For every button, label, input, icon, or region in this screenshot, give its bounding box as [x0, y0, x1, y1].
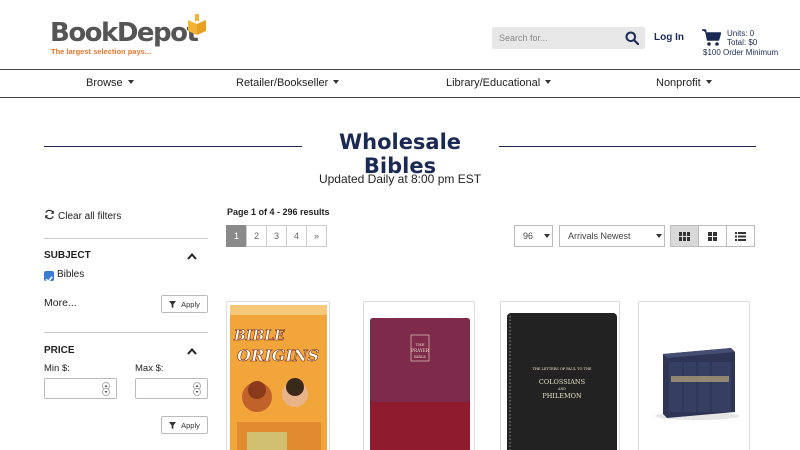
nav-retailer-bookseller[interactable]: Retailer/Bookseller [236, 77, 340, 89]
chevron-up-icon[interactable] [187, 252, 197, 260]
max-price-input[interactable] [135, 378, 208, 399]
max-price-label: Max $: [135, 363, 164, 374]
view-mode-toggle [670, 225, 755, 247]
sort-value: Arrivals Newest [568, 231, 631, 241]
svg-text:THE: THE [415, 342, 424, 347]
cart-icon[interactable] [702, 29, 722, 47]
page-4-button[interactable]: 4 [286, 225, 307, 247]
chevron-up-icon[interactable] [187, 347, 197, 355]
nav-browse[interactable]: Browse [86, 77, 134, 89]
price-apply-button[interactable]: Apply [161, 416, 208, 434]
caret-down-icon [705, 80, 712, 84]
nav-nonprofit-label: Nonprofit [656, 77, 701, 89]
nav-library-educational[interactable]: Library/Educational [446, 77, 552, 89]
spinner-icon[interactable] [101, 382, 111, 396]
spinner-icon[interactable] [192, 382, 202, 396]
logo-wordmark: BookDepot [50, 18, 199, 48]
per-page-value: 96 [523, 231, 534, 241]
search-box [492, 27, 645, 49]
cart-minimum-note: $100 Order Minimum [703, 48, 779, 57]
main-nav: Browse Retailer/Bookseller Library/Educa… [0, 69, 800, 98]
svg-text:THE LETTERS OF PAUL TO THE: THE LETTERS OF PAUL TO THE [533, 367, 592, 371]
product-card[interactable] [638, 301, 750, 450]
search-input[interactable] [492, 27, 617, 49]
product-card[interactable]: THE LETTERS OF PAUL TO THE COLOSSIANS AN… [500, 301, 620, 450]
svg-text:PRAYER: PRAYER [411, 348, 430, 353]
svg-text:BIBLE: BIBLE [233, 328, 285, 344]
page-2-button[interactable]: 2 [246, 225, 267, 247]
svg-text:AND: AND [557, 387, 566, 391]
logo-tagline: The largest selection pays... [51, 47, 152, 56]
page-title: Wholesale Bibles [338, 130, 462, 178]
svg-text:BIBLE: BIBLE [414, 355, 426, 359]
dropdown-arrow-icon [544, 234, 550, 238]
page-1-button[interactable]: 1 [226, 225, 247, 247]
sidebar-divider [44, 332, 208, 333]
check-icon [45, 276, 53, 283]
filter-icon [169, 300, 177, 308]
dropdown-arrow-icon [656, 234, 662, 238]
per-page-select[interactable]: 96 [514, 225, 553, 247]
apply-label: Apply [181, 299, 200, 309]
caret-down-icon [545, 80, 552, 84]
title-rule-right [499, 146, 756, 147]
pagination: 1 2 3 4 » [226, 225, 327, 247]
grid-small-icon [708, 231, 717, 241]
price-heading: PRICE [44, 345, 75, 356]
grid-small-view-button[interactable] [698, 225, 727, 247]
svg-text:COLOSSIANS: COLOSSIANS [539, 378, 585, 386]
login-link[interactable]: Log In [654, 32, 684, 43]
svg-text:PHILEMON: PHILEMON [542, 392, 582, 400]
product-card[interactable]: BIBLE ORIGINS [226, 301, 330, 450]
apply-label: Apply [181, 420, 200, 430]
list-icon [735, 231, 746, 241]
caret-down-icon [127, 80, 134, 84]
svg-text:ORIGINS: ORIGINS [237, 346, 319, 365]
page-3-button[interactable]: 3 [266, 225, 287, 247]
bibles-checkbox[interactable] [44, 271, 54, 283]
min-price-label: Min $: [44, 363, 70, 374]
list-view-button[interactable] [726, 225, 755, 247]
next-page-button[interactable]: » [306, 225, 327, 247]
site-header: BookDepot The largest selection pays... … [0, 0, 800, 70]
caret-down-icon [333, 80, 340, 84]
nav-nonprofit[interactable]: Nonprofit [656, 77, 712, 89]
book-cover-image: THE PRAYER BIBLE [370, 318, 470, 450]
subject-heading: SUBJECT [44, 250, 91, 261]
cart-units: Units: 0 [727, 29, 755, 38]
filter-icon [169, 421, 177, 429]
more-subjects-link[interactable]: More... [44, 297, 77, 309]
book-cover-image: THE LETTERS OF PAUL TO THE COLOSSIANS AN… [507, 313, 617, 450]
update-note: Updated Daily at 8:00 pm EST [318, 172, 482, 186]
nav-browse-label: Browse [86, 77, 123, 89]
clear-all-label: Clear all filters [58, 211, 122, 222]
grid-large-icon [679, 231, 690, 241]
sidebar-divider [44, 238, 208, 239]
book-cover-image [655, 348, 739, 420]
logo-book-icon [188, 14, 206, 35]
grid-large-view-button[interactable] [670, 225, 699, 247]
bookdepot-logo[interactable]: BookDepot The largest selection pays... [50, 14, 210, 58]
product-card[interactable]: THE PRAYER BIBLE [363, 301, 475, 450]
sort-select[interactable]: Arrivals Newest [559, 225, 665, 247]
nav-library-label: Library/Educational [446, 77, 541, 89]
nav-retailer-label: Retailer/Bookseller [236, 77, 329, 89]
subject-apply-button[interactable]: Apply [161, 295, 208, 313]
book-cover-image: BIBLE ORIGINS [230, 305, 327, 450]
title-rule-left [44, 146, 302, 147]
cart-total: Total: $0 [727, 38, 758, 47]
clear-all-filters-link[interactable]: Clear all filters [44, 209, 121, 222]
min-price-input[interactable] [44, 378, 117, 399]
bibles-filter-label[interactable]: Bibles [57, 269, 84, 280]
search-icon[interactable] [625, 31, 639, 45]
results-summary: Page 1 of 4 - 296 results [227, 207, 330, 217]
refresh-icon [45, 209, 54, 220]
